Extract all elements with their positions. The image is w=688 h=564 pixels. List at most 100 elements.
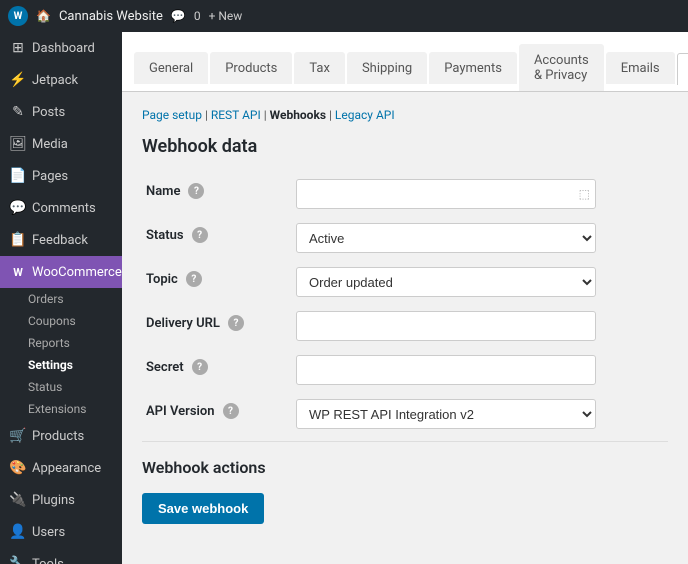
sidebar-label-comments: Comments xyxy=(32,201,96,216)
feedback-icon: 📋 xyxy=(10,232,26,248)
name-input-wrapper: ⬚ xyxy=(296,179,596,209)
sidebar-sub-reports[interactable]: Reports xyxy=(0,332,122,354)
secret-field-col xyxy=(292,349,668,393)
posts-icon: ✎ xyxy=(10,104,26,120)
sidebar-sub-extensions[interactable]: Extensions xyxy=(0,398,122,420)
main-content: General Products Tax Shipping Payments A… xyxy=(122,32,688,564)
sidebar-item-media[interactable]: 🖼 Media xyxy=(0,128,122,160)
status-select[interactable]: Active Paused Disabled xyxy=(296,223,596,253)
status-field-col: Active Paused Disabled xyxy=(292,217,668,261)
sidebar-item-woocommerce[interactable]: W WooCommerce xyxy=(0,256,122,288)
sidebar-label-plugins: Plugins xyxy=(32,493,75,508)
sidebar-item-tools[interactable]: 🔧 Tools xyxy=(0,548,122,564)
webhook-form: Name ? ⬚ xyxy=(142,173,668,437)
tab-advanced[interactable]: Advanced xyxy=(677,53,688,85)
sidebar-item-jetpack[interactable]: ⚡ Jetpack xyxy=(0,64,122,96)
breadcrumb-current-webhooks: Webhooks xyxy=(270,108,326,122)
sidebar-sub-coupons[interactable]: Coupons xyxy=(0,310,122,332)
api-version-field-col: WP REST API Integration v1 WP REST API I… xyxy=(292,393,668,437)
sidebar-label-products: Products xyxy=(32,429,84,444)
tab-navigation: General Products Tax Shipping Payments A… xyxy=(122,32,688,92)
sidebar-item-users[interactable]: 👤 Users xyxy=(0,516,122,548)
delivery-url-label: Delivery URL ? xyxy=(142,305,292,349)
breadcrumb: Page setup | REST API | Webhooks | Legac… xyxy=(142,108,668,122)
sidebar-label-posts: Posts xyxy=(32,105,65,120)
name-label: Name ? xyxy=(142,173,292,217)
sidebar-label-appearance: Appearance xyxy=(32,461,101,476)
new-button[interactable]: + New xyxy=(209,9,243,23)
tab-products[interactable]: Products xyxy=(210,52,292,84)
tab-payments[interactable]: Payments xyxy=(429,52,517,84)
status-label: Status ? xyxy=(142,217,292,261)
wp-logo[interactable]: W xyxy=(8,6,28,26)
delivery-url-help-icon[interactable]: ? xyxy=(228,315,244,331)
name-input[interactable] xyxy=(296,179,596,209)
sidebar-item-posts[interactable]: ✎ Posts xyxy=(0,96,122,128)
delivery-url-input[interactable] xyxy=(296,311,596,341)
comments-count[interactable]: 0 xyxy=(194,9,201,23)
secret-input[interactable] xyxy=(296,355,596,385)
actions-area: Save webhook xyxy=(142,493,668,524)
breadcrumb-rest-api[interactable]: REST API xyxy=(211,108,261,122)
secret-label: Secret ? xyxy=(142,349,292,393)
tab-emails[interactable]: Emails xyxy=(606,52,675,84)
sidebar-label-tools: Tools xyxy=(32,557,64,564)
sidebar-label-media: Media xyxy=(32,137,68,152)
name-help-icon[interactable]: ? xyxy=(188,183,204,199)
sidebar-sub-orders[interactable]: Orders xyxy=(0,288,122,310)
comments-icon: 💬 xyxy=(10,200,26,216)
secret-help-icon[interactable]: ? xyxy=(192,359,208,375)
topic-label: Topic ? xyxy=(142,261,292,305)
form-row-api-version: API Version ? WP REST API Integration v1… xyxy=(142,393,668,437)
topic-help-icon[interactable]: ? xyxy=(186,271,202,287)
sidebar-label-dashboard: Dashboard xyxy=(32,41,95,56)
sidebar-item-plugins[interactable]: 🔌 Plugins xyxy=(0,484,122,516)
users-icon: 👤 xyxy=(10,524,26,540)
actions-title: Webhook actions xyxy=(142,458,668,477)
sidebar-item-feedback[interactable]: 📋 Feedback xyxy=(0,224,122,256)
tab-tax[interactable]: Tax xyxy=(294,52,345,84)
topbar-sep: 🏠 xyxy=(36,9,51,23)
page-content: Page setup | REST API | Webhooks | Legac… xyxy=(122,92,688,540)
delivery-url-field-col xyxy=(292,305,668,349)
dashboard-icon: ⊞ xyxy=(10,40,26,56)
appearance-icon: 🎨 xyxy=(10,460,26,476)
sidebar: ⊞ Dashboard ⚡ Jetpack ✎ Posts 🖼 Media 📄 … xyxy=(0,32,122,564)
status-help-icon[interactable]: ? xyxy=(192,227,208,243)
tab-accounts[interactable]: Accounts & Privacy xyxy=(519,44,604,91)
api-version-label: API Version ? xyxy=(142,393,292,437)
tab-shipping[interactable]: Shipping xyxy=(347,52,427,84)
sidebar-item-dashboard[interactable]: ⊞ Dashboard xyxy=(0,32,122,64)
sidebar-sub-settings[interactable]: Settings xyxy=(0,354,122,376)
sidebar-item-pages[interactable]: 📄 Pages xyxy=(0,160,122,192)
sidebar-sub-status[interactable]: Status xyxy=(0,376,122,398)
woocommerce-icon: W xyxy=(10,264,26,280)
form-row-status: Status ? Active Paused Disabled xyxy=(142,217,668,261)
tools-icon: 🔧 xyxy=(10,556,26,564)
sidebar-label-woocommerce: WooCommerce xyxy=(32,265,122,280)
products-icon: 🛒 xyxy=(10,428,26,444)
topbar-sep2: 💬 xyxy=(171,9,186,23)
breadcrumb-legacy-api[interactable]: Legacy API xyxy=(335,108,395,122)
api-version-select[interactable]: WP REST API Integration v1 WP REST API I… xyxy=(296,399,596,429)
topic-select[interactable]: Order updated Order created Order delete… xyxy=(296,267,596,297)
save-webhook-button[interactable]: Save webhook xyxy=(142,493,264,524)
site-name[interactable]: Cannabis Website xyxy=(59,9,163,24)
sidebar-item-appearance[interactable]: 🎨 Appearance xyxy=(0,452,122,484)
topic-field-col: Order updated Order created Order delete… xyxy=(292,261,668,305)
form-row-delivery-url: Delivery URL ? xyxy=(142,305,668,349)
topbar: W 🏠 Cannabis Website 💬 0 + New xyxy=(0,0,688,32)
pages-icon: 📄 xyxy=(10,168,26,184)
jetpack-icon: ⚡ xyxy=(10,72,26,88)
sidebar-label-users: Users xyxy=(32,525,65,540)
api-version-help-icon[interactable]: ? xyxy=(223,403,239,419)
form-row-name: Name ? ⬚ xyxy=(142,173,668,217)
tab-general[interactable]: General xyxy=(134,52,208,84)
breadcrumb-page-setup[interactable]: Page setup xyxy=(142,108,202,122)
sidebar-item-comments[interactable]: 💬 Comments xyxy=(0,192,122,224)
media-icon: 🖼 xyxy=(10,136,26,152)
sidebar-item-products[interactable]: 🛒 Products xyxy=(0,420,122,452)
section-title: Webhook data xyxy=(142,136,668,157)
form-row-secret: Secret ? xyxy=(142,349,668,393)
sidebar-label-feedback: Feedback xyxy=(32,233,88,248)
